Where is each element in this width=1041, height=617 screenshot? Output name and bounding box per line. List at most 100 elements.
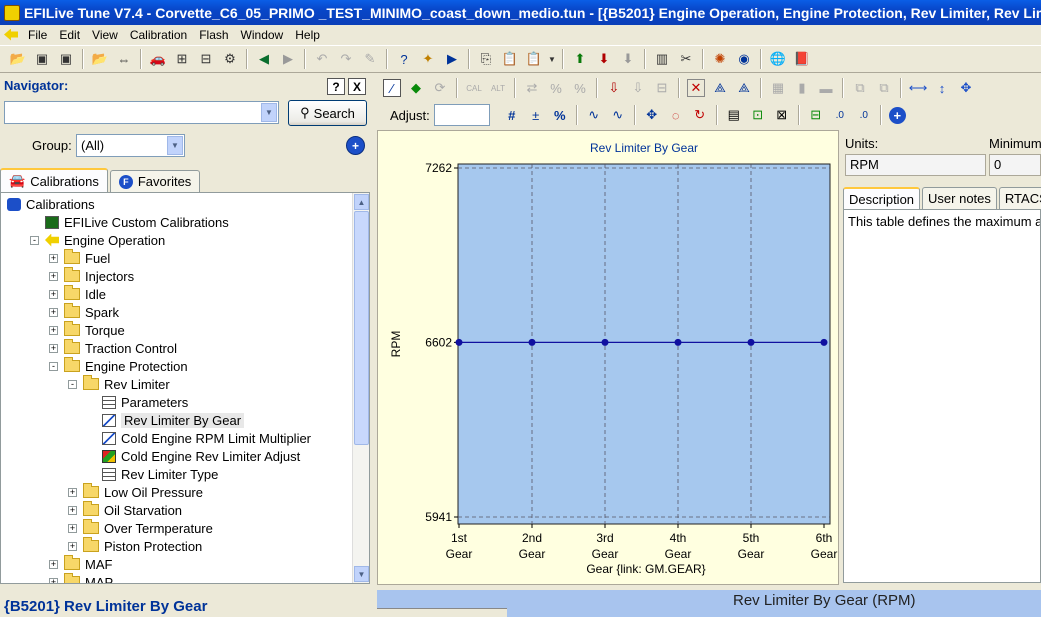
graph-icon[interactable]: ⁄ (383, 79, 401, 97)
increase-decimals-icon[interactable]: .0 (831, 106, 849, 124)
flash-icon[interactable]: ⬇ (618, 49, 638, 69)
expand-icon[interactable]: + (49, 559, 58, 569)
dropdown-arrow-icon[interactable]: ▼ (548, 49, 556, 69)
expand-icon[interactable]: + (49, 577, 58, 583)
menu-arrow-icon[interactable] (4, 28, 18, 41)
navigator-close-button[interactable]: X (348, 78, 366, 95)
cal-icon[interactable]: CAL (465, 79, 483, 97)
vertical-arrow-icon[interactable]: ↕ (933, 79, 951, 97)
tree-item[interactable]: + Injectors (49, 267, 134, 285)
tree-item[interactable]: + Over Termperature (68, 519, 213, 537)
tools-icon[interactable]: ✂ (676, 49, 696, 69)
align-icon[interactable]: ⊟ (807, 106, 825, 124)
menu-file[interactable]: File (22, 28, 53, 42)
tree-item[interactable]: + Traction Control (49, 339, 177, 357)
expand-icon[interactable]: + (49, 343, 58, 353)
scroll-down-icon[interactable]: ▼ (354, 566, 369, 582)
navigator-icon[interactable]: ⊞ (172, 49, 192, 69)
menu-calibration[interactable]: Calibration (124, 28, 193, 42)
rotate-icon[interactable]: ⟳ (431, 79, 449, 97)
move-icon[interactable]: ✥ (957, 79, 975, 97)
tab-user-notes[interactable]: User notes (922, 187, 997, 209)
read-ecu-icon[interactable]: ⬆ (570, 49, 590, 69)
tree-item[interactable]: - Engine Operation (30, 231, 165, 249)
tree-item[interactable]: + Fuel (49, 249, 110, 267)
tree-item[interactable]: Calibrations (7, 195, 95, 213)
undo-icon[interactable]: ↶ (312, 49, 332, 69)
units-field[interactable]: RPM (845, 154, 986, 176)
scroll-thumb[interactable] (354, 211, 369, 445)
tree-item[interactable]: Rev Limiter By Gear (87, 411, 245, 429)
forward-icon[interactable]: ▶ (278, 49, 298, 69)
minus-box-icon[interactable]: ⊟ (653, 79, 671, 97)
tree-item[interactable]: + Idle (49, 285, 106, 303)
add-group-button[interactable]: + (346, 136, 365, 155)
redo-icon[interactable]: ↷ (336, 49, 356, 69)
search-input[interactable]: ▼ (4, 101, 279, 124)
tree-icon[interactable]: ⊟ (196, 49, 216, 69)
expand-icon[interactable]: + (49, 307, 58, 317)
chip-icon[interactable]: ▥ (652, 49, 672, 69)
tree-item[interactable]: + Torque (49, 321, 125, 339)
tree-item[interactable]: Parameters (87, 393, 188, 411)
menu-help[interactable]: Help (289, 28, 326, 42)
expand-icon[interactable]: + (49, 325, 58, 335)
tree-item[interactable]: Cold Engine Rev Limiter Adjust (87, 447, 300, 465)
scroll-up-icon[interactable]: ▲ (354, 194, 369, 210)
smooth-icon[interactable]: ∿ (585, 106, 603, 124)
expand-icon[interactable]: + (68, 505, 77, 515)
book-icon[interactable]: 📕 (792, 49, 812, 69)
expand-icon[interactable]: + (49, 271, 58, 281)
grid-icon[interactable]: ▦ (769, 79, 787, 97)
percent-alt-icon[interactable]: % (571, 79, 589, 97)
import-icon[interactable]: ⇩ (605, 79, 623, 97)
alt-icon[interactable]: ALT (489, 79, 507, 97)
tab-favorites[interactable]: F Favorites (109, 170, 201, 192)
menu-flash[interactable]: Flash (193, 28, 234, 42)
percent-icon[interactable]: % (551, 106, 569, 124)
refresh-icon[interactable]: ↻ (691, 106, 709, 124)
tree-item[interactable]: + Oil Starvation (68, 501, 182, 519)
tab-calibrations[interactable]: 🚘 Calibrations (0, 168, 108, 192)
tree-item[interactable]: + Piston Protection (68, 537, 202, 555)
fit-all-icon[interactable]: ⊡ (749, 106, 767, 124)
tree-item[interactable]: + MAF (49, 555, 112, 573)
copy-icon[interactable]: ⎘ (476, 49, 496, 69)
collapse-icon[interactable]: - (68, 379, 77, 389)
globe-icon[interactable]: 🌐 (768, 49, 788, 69)
hash-icon[interactable]: # (503, 106, 521, 124)
minimum-field[interactable]: 0 (989, 154, 1041, 176)
smooth-step-icon[interactable]: ∿ (609, 106, 627, 124)
paste-special-icon[interactable]: 📋 (524, 49, 544, 69)
edit-icon[interactable]: ✎ (360, 49, 380, 69)
hbar-icon[interactable]: ▬ (817, 79, 835, 97)
calibration-tree[interactable]: ▲ ▼ Calibrations EFILive Custom Calibrati… (0, 192, 370, 584)
expand-icon[interactable]: + (68, 541, 77, 551)
dashboard-icon[interactable]: ◉ (734, 49, 754, 69)
expand-icon[interactable]: + (68, 523, 77, 533)
group-select[interactable]: (All) ▼ (76, 134, 185, 157)
tree-scrollbar[interactable]: ▲ ▼ (352, 193, 369, 583)
plus-minus-icon[interactable]: ± (527, 106, 545, 124)
menu-edit[interactable]: Edit (53, 28, 86, 42)
compare-icon[interactable]: ⇔ (114, 49, 134, 69)
paste-icon[interactable]: 📋 (500, 49, 520, 69)
save-all-icon[interactable]: ▣ (56, 49, 76, 69)
chevron-down-icon[interactable]: ▼ (261, 103, 277, 122)
tab-rtacs[interactable]: RTACS (998, 187, 1041, 209)
back-icon[interactable]: ◀ (254, 49, 274, 69)
tree-item[interactable]: - Rev Limiter (68, 375, 170, 393)
add-icon[interactable]: + (888, 106, 906, 124)
menu-window[interactable]: Window (235, 28, 290, 42)
collapse-icon[interactable]: - (30, 235, 39, 245)
tree-item[interactable]: + Spark (49, 303, 119, 321)
settings-icon[interactable]: ⚙ (220, 49, 240, 69)
merge-icon[interactable]: ⇩ (629, 79, 647, 97)
search-button[interactable]: ⚲ Search (288, 100, 367, 126)
copy-cells-icon[interactable]: ⧉ (851, 79, 869, 97)
scan-icon[interactable]: ✺ (710, 49, 730, 69)
decrease-decimals-icon[interactable]: .0 (855, 106, 873, 124)
axis-y-icon[interactable]: ⟁ (711, 79, 729, 97)
vbar-icon[interactable]: ▮ (793, 79, 811, 97)
tree-item[interactable]: EFILive Custom Calibrations (30, 213, 229, 231)
